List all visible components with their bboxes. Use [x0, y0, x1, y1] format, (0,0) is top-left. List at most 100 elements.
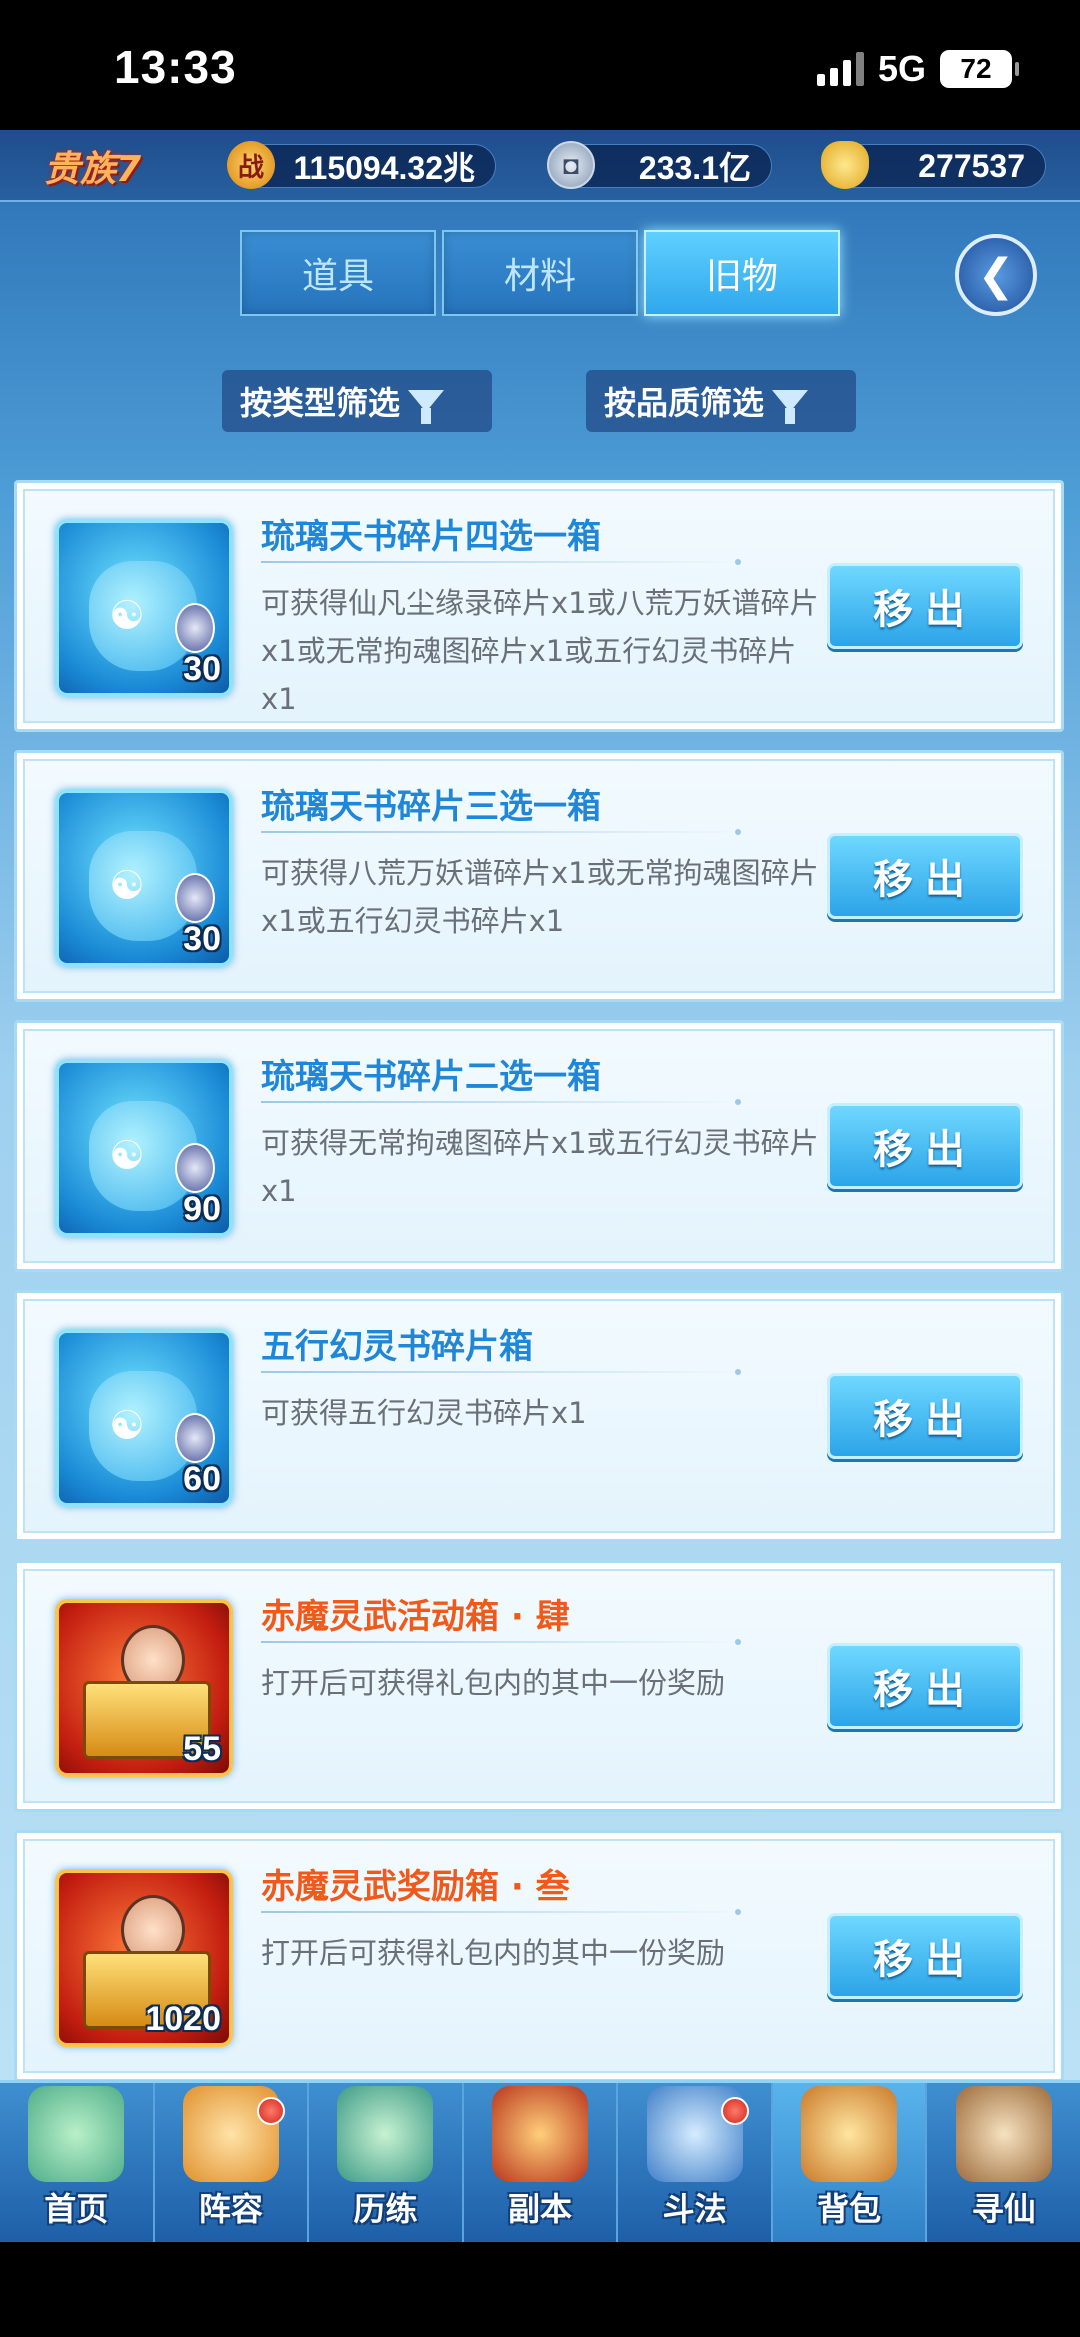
divider — [261, 1099, 741, 1105]
nav-backpack[interactable]: 背包 — [772, 2083, 928, 2242]
nav-label: 斗法 — [662, 2190, 727, 2228]
tab-props[interactable]: 道具 — [240, 230, 436, 316]
dungeon-icon — [492, 2086, 589, 2182]
item-title: 五行幻灵书碎片箱 — [261, 1327, 533, 1367]
item-title: 赤魔灵武活动箱 · 肆 — [261, 1597, 570, 1637]
nav-label: 寻仙 — [971, 2190, 1036, 2228]
gold-display: 277537 — [821, 141, 1046, 189]
fragment-icon — [175, 1413, 215, 1463]
silver-display: ◘ 233.1亿 — [547, 141, 772, 189]
system-bottom-bar — [0, 2242, 1080, 2337]
seal-icon: ☯ — [109, 1403, 145, 1449]
notification-badge — [257, 2097, 286, 2125]
divider — [261, 1369, 741, 1375]
funnel-icon — [408, 390, 445, 424]
bottom-nav: 首页 阵容 历练 副本 斗法 背包 寻仙 — [0, 2080, 1080, 2242]
divider — [261, 829, 741, 835]
filter-by-quality-label: 按品质筛选 — [604, 384, 765, 422]
filter-by-quality-button[interactable]: 按品质筛选 — [586, 370, 856, 432]
remove-button[interactable]: 移出 — [827, 1103, 1023, 1189]
remove-button[interactable]: 移出 — [827, 1913, 1023, 1999]
remove-button[interactable]: 移出 — [827, 563, 1023, 649]
divider — [261, 559, 741, 565]
item-title: 琉璃天书碎片三选一箱 — [261, 787, 601, 827]
divider — [261, 1909, 741, 1915]
power-display: 战 115094.32兆 — [227, 141, 496, 189]
signal-icon — [816, 52, 864, 86]
home-icon — [28, 2086, 125, 2182]
fragment-icon — [175, 1143, 215, 1193]
remove-button[interactable]: 移出 — [827, 1373, 1023, 1459]
nav-seek-immortal[interactable]: 寻仙 — [927, 2083, 1080, 2242]
item-thumbnail[interactable]: 55 — [55, 1599, 233, 1777]
item-description: 打开后可获得礼包内的其中一份奖励 — [261, 1666, 726, 1700]
training-icon — [337, 2086, 434, 2182]
item-thumbnail[interactable]: 1020 — [55, 1869, 233, 2047]
game-screen: 贵族7 战 115094.32兆 ◘ 233.1亿 277537 道具 材料 旧… — [0, 130, 1080, 2240]
item-title: 赤魔灵武奖励箱 · 叁 — [261, 1867, 570, 1907]
nav-label: 副本 — [508, 2190, 573, 2228]
item-count: 1020 — [145, 2000, 221, 2038]
gold-value: 277537 — [918, 147, 1025, 184]
remove-button[interactable]: 移出 — [827, 1643, 1023, 1729]
seal-icon: ☯ — [109, 593, 145, 639]
item-thumbnail[interactable]: ☯ 30 — [55, 789, 233, 967]
list-item: 55 赤魔灵武活动箱 · 肆 打开后可获得礼包内的其中一份奖励 移出 — [14, 1560, 1064, 1812]
nav-training[interactable]: 历练 — [309, 2083, 464, 2242]
item-title: 琉璃天书碎片四选一箱 — [261, 517, 601, 557]
resource-bar: 贵族7 战 115094.32兆 ◘ 233.1亿 277537 — [0, 130, 1080, 202]
list-item: ☯ 30 琉璃天书碎片四选一箱 可获得仙凡尘缘录碎片x1或八荒万妖谱碎片x1或无… — [14, 480, 1064, 732]
status-indicators: 5G 72 — [816, 48, 1019, 90]
nav-label: 阵容 — [198, 2190, 263, 2228]
nav-battle[interactable]: 斗法 — [618, 2083, 773, 2242]
item-thumbnail[interactable]: ☯ 30 — [55, 519, 233, 697]
nav-label: 首页 — [44, 2190, 109, 2228]
item-title: 琉璃天书碎片二选一箱 — [261, 1057, 601, 1097]
nav-lineup[interactable]: 阵容 — [155, 2083, 310, 2242]
list-item: ☯ 30 琉璃天书碎片三选一箱 可获得八荒万妖谱碎片x1或无常拘魂图碎片x1或五… — [14, 750, 1064, 1002]
back-arrow-icon: ❮ — [977, 249, 1015, 301]
seal-icon: ☯ — [109, 863, 145, 909]
status-time: 13:33 — [114, 41, 237, 93]
power-value: 115094.32兆 — [293, 150, 475, 186]
notification-badge — [720, 2097, 749, 2125]
item-count: 30 — [183, 920, 221, 958]
nav-label: 历练 — [353, 2190, 418, 2228]
item-description: 可获得八荒万妖谱碎片x1或无常拘魂图碎片x1或五行幻灵书碎片x1 — [261, 856, 819, 938]
seal-icon: ☯ — [109, 1133, 145, 1179]
battery-icon: 72 — [940, 50, 1019, 88]
vip-level[interactable]: 贵族7 — [44, 140, 141, 192]
back-button[interactable]: ❮ — [955, 234, 1037, 316]
remove-button[interactable]: 移出 — [827, 833, 1023, 919]
filter-by-type-button[interactable]: 按类型筛选 — [222, 370, 492, 432]
nav-label: 背包 — [817, 2190, 882, 2228]
tab-materials[interactable]: 材料 — [442, 230, 638, 316]
item-thumbnail[interactable]: ☯ 60 — [55, 1329, 233, 1507]
gold-ingot-icon — [821, 141, 869, 189]
item-description: 打开后可获得礼包内的其中一份奖励 — [261, 1936, 726, 1970]
nav-home[interactable]: 首页 — [0, 2083, 155, 2242]
backpack-icon — [801, 2086, 898, 2182]
item-description: 可获得无常拘魂图碎片x1或五行幻灵书碎片x1 — [261, 1126, 819, 1208]
power-icon: 战 — [227, 141, 275, 189]
item-count: 60 — [183, 1460, 221, 1498]
status-bar: 13:33 5G 72 — [0, 0, 1080, 130]
item-list: ☯ 30 琉璃天书碎片四选一箱 可获得仙凡尘缘录碎片x1或八荒万妖谱碎片x1或无… — [14, 480, 1064, 2100]
list-item: 1020 赤魔灵武奖励箱 · 叁 打开后可获得礼包内的其中一份奖励 移出 — [14, 1830, 1064, 2082]
item-description: 可获得仙凡尘缘录碎片x1或八荒万妖谱碎片x1或无常拘魂图碎片x1或五行幻灵书碎片… — [261, 586, 819, 716]
tab-old-items[interactable]: 旧物 — [644, 230, 840, 316]
item-count: 55 — [183, 1730, 221, 1768]
seek-immortal-icon — [955, 2086, 1052, 2182]
list-item: ☯ 90 琉璃天书碎片二选一箱 可获得无常拘魂图碎片x1或五行幻灵书碎片x1 移… — [14, 1020, 1064, 1272]
fragment-icon — [175, 873, 215, 923]
funnel-icon — [772, 390, 809, 424]
list-item: ☯ 60 五行幻灵书碎片箱 可获得五行幻灵书碎片x1 移出 — [14, 1290, 1064, 1542]
nav-dungeon[interactable]: 副本 — [464, 2083, 619, 2242]
silver-coin-icon: ◘ — [547, 141, 595, 189]
divider — [261, 1639, 741, 1645]
item-thumbnail[interactable]: ☯ 90 — [55, 1059, 233, 1237]
silver-value: 233.1亿 — [638, 150, 751, 186]
item-count: 30 — [183, 650, 221, 688]
network-type: 5G — [877, 48, 926, 89]
item-count: 90 — [183, 1190, 221, 1228]
